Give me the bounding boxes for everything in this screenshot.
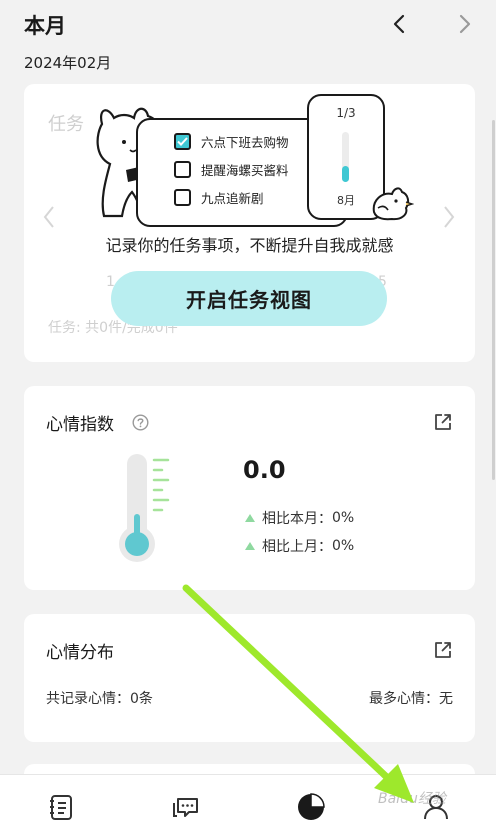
compare-last-month-value: 0% bbox=[332, 538, 355, 554]
total-moods: 共记录心情：0条 bbox=[46, 688, 153, 708]
page-title: 本月 bbox=[24, 14, 66, 38]
header: 本月 2024年02月 bbox=[0, 0, 496, 80]
compare-this-month-value: 0% bbox=[332, 510, 355, 526]
mood-distribution-title: 心情分布 bbox=[46, 643, 114, 663]
checklist-item: 提醒海螺买酱料 bbox=[174, 160, 289, 179]
chevron-right-icon bbox=[459, 14, 471, 34]
compare-last-month-label: 相比上月： bbox=[262, 539, 332, 555]
help-circle-icon[interactable] bbox=[132, 414, 149, 435]
phone-progress-track bbox=[342, 132, 349, 182]
mood-index-value: 0.0 bbox=[243, 456, 286, 484]
task-promo-text: 记录你的任务事项，不断提升自我成就感 bbox=[105, 236, 394, 255]
tab-stats[interactable] bbox=[293, 789, 329, 825]
chevron-left-icon bbox=[393, 14, 405, 34]
mood-thermometer bbox=[118, 452, 178, 568]
task-card: 任务 1 5 任务: 共0件/完成0件 六点下班去购物 提醒海螺买酱料 九点追新… bbox=[24, 84, 475, 362]
checklist-label: 九点追新剧 bbox=[201, 191, 264, 206]
up-triangle-icon bbox=[245, 514, 255, 522]
phone-progress-label: 1/3 bbox=[336, 106, 356, 120]
checkbox-icon bbox=[174, 189, 191, 206]
chat-icon bbox=[173, 798, 198, 817]
enable-task-view-button[interactable]: 开启任务视图 bbox=[111, 271, 387, 326]
scrollbar[interactable] bbox=[492, 120, 495, 480]
compare-this-month-label: 相比本月： bbox=[262, 511, 332, 527]
month-label: 2024年02月 bbox=[24, 54, 112, 72]
checklist-label: 六点下班去购物 bbox=[201, 135, 289, 150]
watermark: Baidu经验 bbox=[378, 791, 446, 807]
external-link-icon[interactable] bbox=[433, 640, 453, 664]
checklist-item: 九点追新剧 bbox=[174, 188, 264, 207]
task-prev-icon bbox=[42, 204, 56, 234]
mood-index-title: 心情指数 bbox=[46, 415, 114, 435]
bird-illustration-icon bbox=[372, 187, 414, 221]
total-moods-value: 0条 bbox=[130, 691, 153, 707]
external-link-icon[interactable] bbox=[433, 412, 453, 436]
mood-distribution-card: 心情分布 共记录心情：0条 最多心情：无 bbox=[24, 614, 475, 742]
most-mood-label: 最多心情： bbox=[369, 691, 439, 707]
tab-messages[interactable] bbox=[168, 789, 204, 825]
mood-index-card: 心情指数 0.0 相比本月： 0% 相比上月： 0% bbox=[24, 386, 475, 590]
compare-this-month: 相比本月： 0% bbox=[245, 508, 354, 528]
checklist-item: 六点下班去购物 bbox=[174, 132, 289, 151]
phone-progress-fill bbox=[342, 165, 349, 182]
task-next-icon bbox=[442, 204, 456, 234]
most-mood-value: 无 bbox=[439, 691, 453, 707]
task-title: 任务 bbox=[48, 114, 84, 135]
tab-journal[interactable] bbox=[43, 789, 79, 825]
up-triangle-icon bbox=[245, 542, 255, 550]
checklist-label: 提醒海螺买酱料 bbox=[201, 163, 289, 178]
most-mood: 最多心情：无 bbox=[369, 688, 453, 708]
compare-last-month: 相比上月： 0% bbox=[245, 536, 354, 556]
checkbox-icon bbox=[174, 161, 191, 178]
pie-chart-icon bbox=[298, 793, 325, 820]
total-moods-label: 共记录心情： bbox=[46, 691, 130, 707]
list-icon bbox=[50, 795, 72, 820]
checkbox-checked-icon bbox=[174, 133, 191, 150]
prev-month-button[interactable] bbox=[385, 10, 413, 38]
next-month-button[interactable] bbox=[451, 10, 479, 38]
